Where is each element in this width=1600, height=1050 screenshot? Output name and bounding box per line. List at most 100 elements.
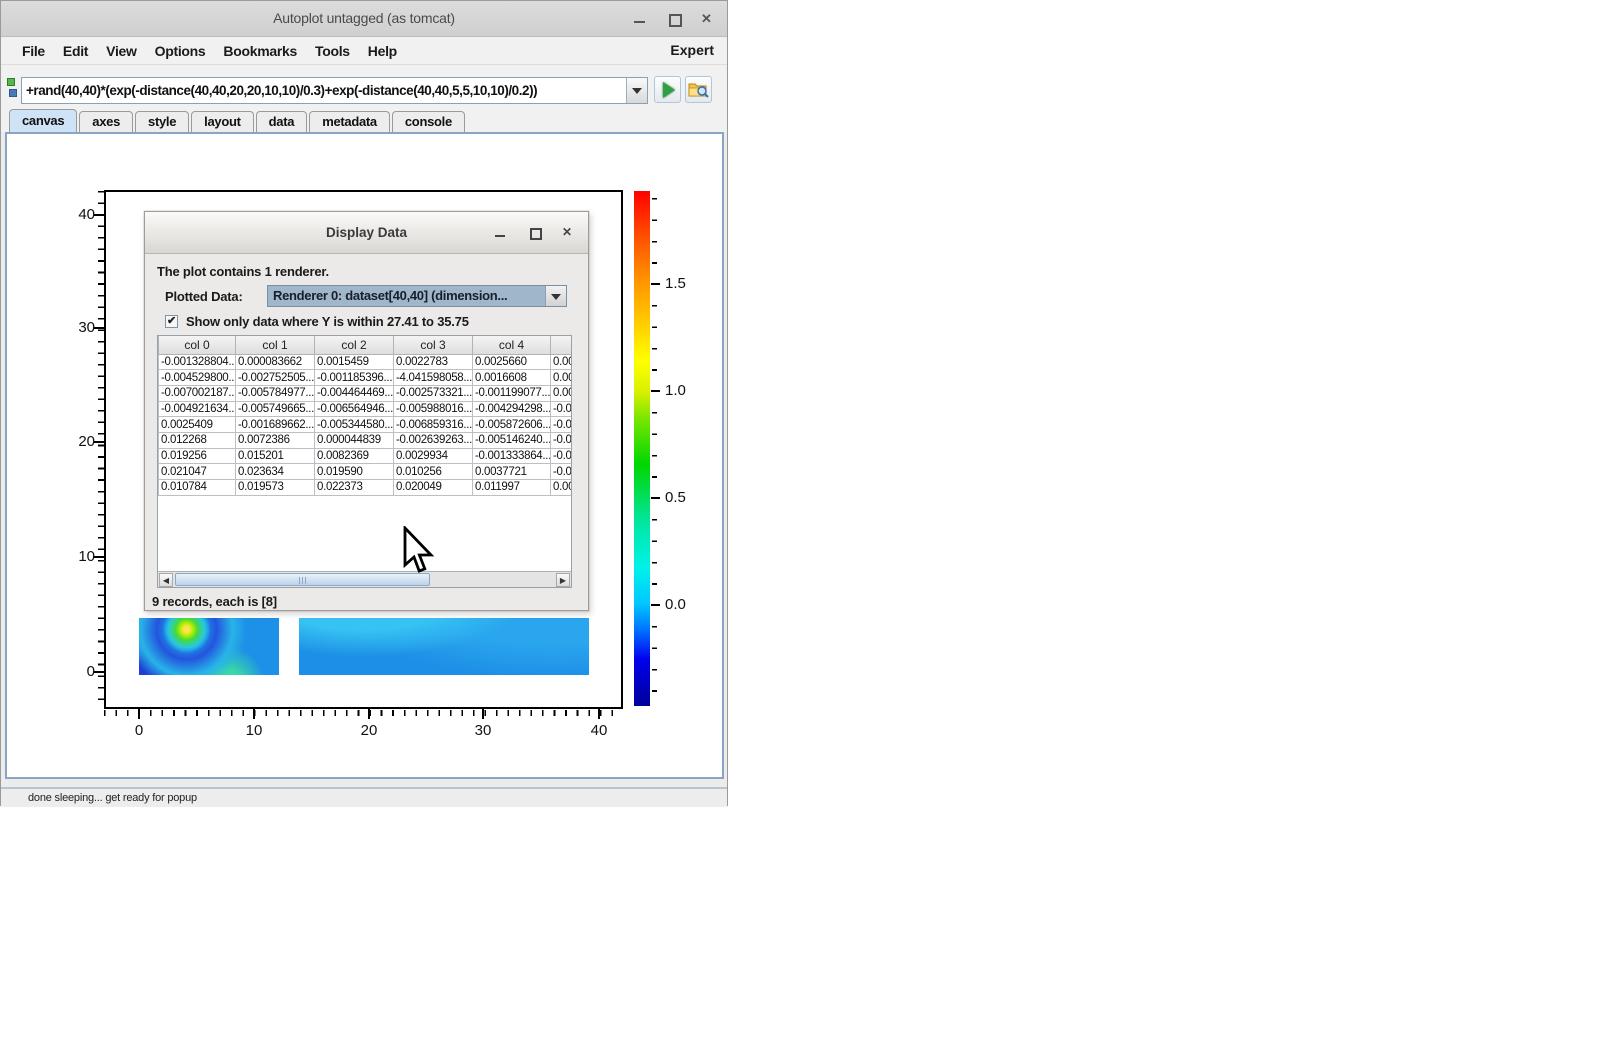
table-cell[interactable]: -0.0 <box>551 432 572 448</box>
table-cell[interactable]: -0.001185396... <box>315 370 394 386</box>
table-cell[interactable]: -0.002573321... <box>394 385 473 401</box>
table-cell[interactable]: -0.001689662... <box>236 417 315 433</box>
table-cell[interactable]: -0.006859316... <box>394 417 473 433</box>
menu-item[interactable]: Edit <box>54 41 97 61</box>
table-cell[interactable]: -0.004529800... <box>159 370 236 386</box>
table-cell[interactable]: 0.0037721 <box>473 464 551 480</box>
table-cell[interactable]: -4.041598058... <box>394 370 473 386</box>
menu-item[interactable]: File <box>13 41 54 61</box>
table-cell[interactable]: 0.0072386 <box>236 432 315 448</box>
tab[interactable]: data <box>256 111 308 132</box>
table-cell[interactable]: 0.021047 <box>159 464 236 480</box>
window-maximize-icon[interactable] <box>665 11 683 27</box>
table-cell[interactable]: -0.005784977... <box>236 385 315 401</box>
table-cell[interactable]: -0.0 <box>551 417 572 433</box>
table-row[interactable]: 0.021047 0.023634 0.019590 0.010256 0.00… <box>159 464 572 480</box>
heatmap-strip-right[interactable] <box>299 618 589 675</box>
table-cell[interactable]: -0.004921634... <box>159 401 236 417</box>
menu-item[interactable]: Options <box>146 41 215 61</box>
scroll-left-icon[interactable]: ◀ <box>159 573 173 587</box>
table-cell[interactable]: 0.019256 <box>159 448 236 464</box>
window-titlebar[interactable]: Autoplot untagged (as tomcat) <box>1 1 727 37</box>
menu-item[interactable]: Bookmarks <box>214 41 306 61</box>
table-row[interactable]: 0.019256 0.015201 0.0082369 0.0029934 -0… <box>159 448 572 464</box>
table-cell[interactable]: 0.010784 <box>159 480 236 496</box>
combobox-arrow-icon[interactable] <box>545 286 566 306</box>
uri-dropdown-icon[interactable] <box>626 78 647 103</box>
table-cell[interactable]: 0.0022783 <box>394 354 473 370</box>
table-cell[interactable]: 0.015201 <box>236 448 315 464</box>
table-cell[interactable]: 0.0016608 <box>473 370 551 386</box>
column-header[interactable]: col 2 <box>315 336 394 354</box>
table-row[interactable]: 0.012268 0.0072386 0.000044839 -0.002639… <box>159 432 572 448</box>
tab[interactable]: style <box>135 111 189 132</box>
heatmap-strip-left[interactable] <box>139 618 279 675</box>
tab[interactable]: console <box>392 111 465 132</box>
table-cell[interactable]: 0.0082369 <box>315 448 394 464</box>
column-header[interactable]: col 4 <box>473 336 551 354</box>
column-header[interactable]: col 1 <box>236 336 315 354</box>
table-cell[interactable]: -0.001333864... <box>473 448 551 464</box>
table-cell[interactable]: 0.00 <box>551 370 572 386</box>
table-cell[interactable]: -0.001328804... <box>159 354 236 370</box>
dialog-titlebar[interactable]: Display Data <box>145 212 588 254</box>
table-cell[interactable]: 0.011997 <box>473 480 551 496</box>
table-cell[interactable]: 0.00 <box>551 354 572 370</box>
table-cell[interactable]: -0.0 <box>551 464 572 480</box>
tab[interactable]: layout <box>191 111 253 132</box>
table-cell[interactable]: -0.005749665... <box>236 401 315 417</box>
table-cell[interactable]: -0.002752505... <box>236 370 315 386</box>
table-cell[interactable]: -0.002639263... <box>394 432 473 448</box>
go-plot-button[interactable] <box>654 76 681 103</box>
table-cell[interactable]: 0.0029934 <box>394 448 473 464</box>
table-cell[interactable]: 0.0025409 <box>159 417 236 433</box>
table-row[interactable]: -0.004529800... -0.002752505... -0.00118… <box>159 370 572 386</box>
table-cell[interactable]: 0.010256 <box>394 464 473 480</box>
table-cell[interactable]: -0.005988016... <box>394 401 473 417</box>
table-row[interactable]: 0.0025409 -0.001689662... -0.005344580..… <box>159 417 572 433</box>
table-row[interactable]: -0.001328804... 0.000083662 0.0015459 0.… <box>159 354 572 370</box>
window-close-icon[interactable] <box>698 11 716 27</box>
table-row[interactable]: 0.010784 0.019573 0.022373 0.020049 0.01… <box>159 480 572 496</box>
colorbar[interactable] <box>634 191 650 706</box>
table-cell[interactable]: 0.022373 <box>315 480 394 496</box>
column-header[interactable] <box>551 336 572 354</box>
table-cell[interactable]: -0.007002187... <box>159 385 236 401</box>
menu-item[interactable]: Tools <box>306 41 359 61</box>
table-row[interactable]: -0.004921634... -0.005749665... -0.00656… <box>159 401 572 417</box>
table-cell[interactable]: 0.000044839 <box>315 432 394 448</box>
open-file-button[interactable] <box>685 76 712 103</box>
column-header[interactable]: col 3 <box>394 336 473 354</box>
table-cell[interactable]: -0.004294298... <box>473 401 551 417</box>
table-cell[interactable]: -0.005344580... <box>315 417 394 433</box>
menu-item[interactable]: Help <box>359 41 406 61</box>
table-cell[interactable]: -0.001199077... <box>473 385 551 401</box>
table-cell[interactable]: 0.00 <box>551 385 572 401</box>
tab[interactable]: metadata <box>309 111 390 132</box>
table-row[interactable]: -0.007002187... -0.005784977... -0.00446… <box>159 385 572 401</box>
window-minimize-icon[interactable] <box>631 11 649 27</box>
table-cell[interactable]: 0.020049 <box>394 480 473 496</box>
scrollbar-thumb[interactable] <box>175 573 430 586</box>
table-cell[interactable]: 0.012268 <box>159 432 236 448</box>
table-cell[interactable]: 0.00 <box>551 480 572 496</box>
horizontal-scrollbar[interactable]: ◀ ▶ <box>158 571 571 587</box>
table-cell[interactable]: 0.019590 <box>315 464 394 480</box>
table-cell[interactable]: 0.019573 <box>236 480 315 496</box>
renderer-combobox[interactable]: Renderer 0: dataset[40,40] (dimension... <box>267 285 567 307</box>
dialog-close-icon[interactable] <box>560 226 576 241</box>
table-cell[interactable]: 0.023634 <box>236 464 315 480</box>
table-cell[interactable]: 0.0025660 <box>473 354 551 370</box>
table-cell[interactable]: 0.000083662 <box>236 354 315 370</box>
dialog-maximize-icon[interactable] <box>527 226 543 241</box>
dialog-minimize-icon[interactable] <box>493 226 509 241</box>
filter-checkbox[interactable] <box>165 315 178 328</box>
tab[interactable]: canvas <box>9 109 77 132</box>
table-cell[interactable]: -0.0 <box>551 401 572 417</box>
tab[interactable]: axes <box>79 111 133 132</box>
table-cell[interactable]: -0.004464469... <box>315 385 394 401</box>
menu-item[interactable]: View <box>97 41 145 61</box>
table-cell[interactable]: 0.0015459 <box>315 354 394 370</box>
table-cell[interactable]: -0.005146240... <box>473 432 551 448</box>
uri-input[interactable] <box>22 78 626 103</box>
